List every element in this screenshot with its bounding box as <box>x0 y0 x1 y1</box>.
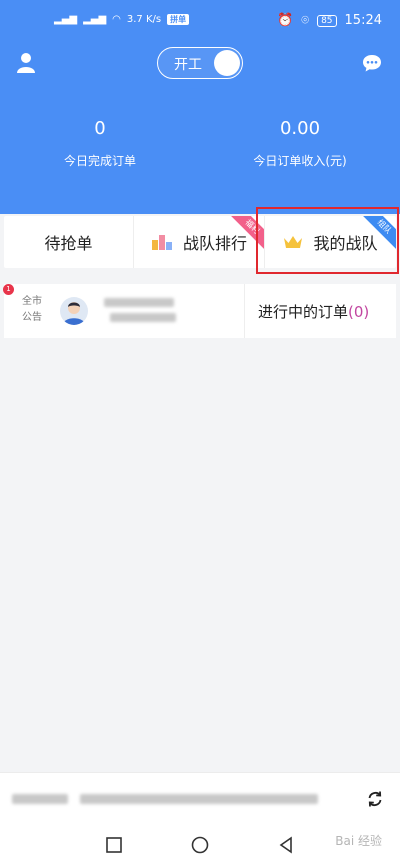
in-progress-label: 进行中的订单 <box>258 303 349 321</box>
avatar <box>60 297 88 325</box>
in-progress-count: (0) <box>348 303 370 321</box>
stat-label: 今日订单收入(元) <box>253 154 347 168</box>
announcement-bar[interactable]: 1 全市公告 进行中的订单(0) <box>3 284 396 338</box>
in-progress-orders-link[interactable]: 进行中的订单(0) <box>258 301 369 322</box>
tab-my-team[interactable]: 我的战队 组队 <box>265 216 396 268</box>
recent-apps-icon[interactable] <box>105 836 123 854</box>
app-chip: 拼单 <box>167 14 190 25</box>
home-icon[interactable] <box>191 836 209 854</box>
status-left: ▂▄▆ ▂▄▆ ◠ 3.7 K/s 拼单 <box>54 14 190 25</box>
tab-bar: 待抢单 战队排行 福利 我的战队 组队 <box>4 216 396 268</box>
crown-icon <box>284 236 303 248</box>
header-panel: ▂▄▆ ▂▄▆ ◠ 3.7 K/s 拼单 ⏰ ⌾ 85 15:24 开工 0 今… <box>0 0 400 214</box>
redacted-bottom-text <box>80 794 318 804</box>
location-icon: ⌾ <box>301 13 310 28</box>
redacted-announcement-text <box>110 313 176 322</box>
net-speed: 3.7 K/s <box>126 14 162 25</box>
ranking-blocks-icon <box>151 235 172 250</box>
clock-time: 15:24 <box>344 13 382 28</box>
baidu-watermark: Bai 经验 <box>335 834 382 848</box>
stat-order-income: 0.00 今日订单收入(元) <box>200 118 400 169</box>
notification-badge: 1 <box>3 284 14 295</box>
status-right: ⏰ ⌾ 85 15:24 <box>277 13 382 28</box>
tab-team-ranking[interactable]: 战队排行 福利 <box>134 216 265 268</box>
divider <box>244 284 245 338</box>
announcement-tag: 全市公告 <box>22 296 42 323</box>
stat-completed-orders: 0 今日完成订单 <box>0 118 200 169</box>
tab-pending-orders[interactable]: 待抢单 <box>4 216 134 268</box>
tab-label: 战队排行 <box>182 234 247 253</box>
work-toggle[interactable]: 开工 <box>157 47 243 79</box>
signal-icon: ▂▄▆ <box>54 14 78 25</box>
person-avatar-icon <box>63 302 85 325</box>
stat-value: 0 <box>94 118 106 139</box>
alarm-icon: ⏰ <box>277 13 294 28</box>
status-bar: ▂▄▆ ▂▄▆ ◠ 3.7 K/s 拼单 ⏰ ⌾ 85 15:24 <box>0 0 400 42</box>
signal-icon-2: ▂▄▆ <box>83 14 107 25</box>
bottom-info-bar <box>0 772 400 824</box>
work-toggle-label: 开工 <box>174 57 202 73</box>
system-nav-bar: Bai 经验 <box>0 824 400 867</box>
redacted-bottom-text <box>12 794 68 804</box>
wifi-icon: ◠ <box>112 14 121 25</box>
tab-label: 我的战队 <box>313 234 378 253</box>
toggle-knob <box>214 50 240 76</box>
battery-indicator: 85 <box>317 14 337 27</box>
message-icon[interactable] <box>362 53 382 73</box>
user-profile-icon[interactable] <box>16 52 36 74</box>
stat-label: 今日完成订单 <box>63 154 136 168</box>
refresh-icon[interactable] <box>366 790 384 808</box>
tab-label: 待抢单 <box>44 234 93 253</box>
redacted-announcement-text <box>104 298 174 307</box>
back-icon[interactable] <box>277 836 295 854</box>
stat-value: 0.00 <box>279 118 321 139</box>
